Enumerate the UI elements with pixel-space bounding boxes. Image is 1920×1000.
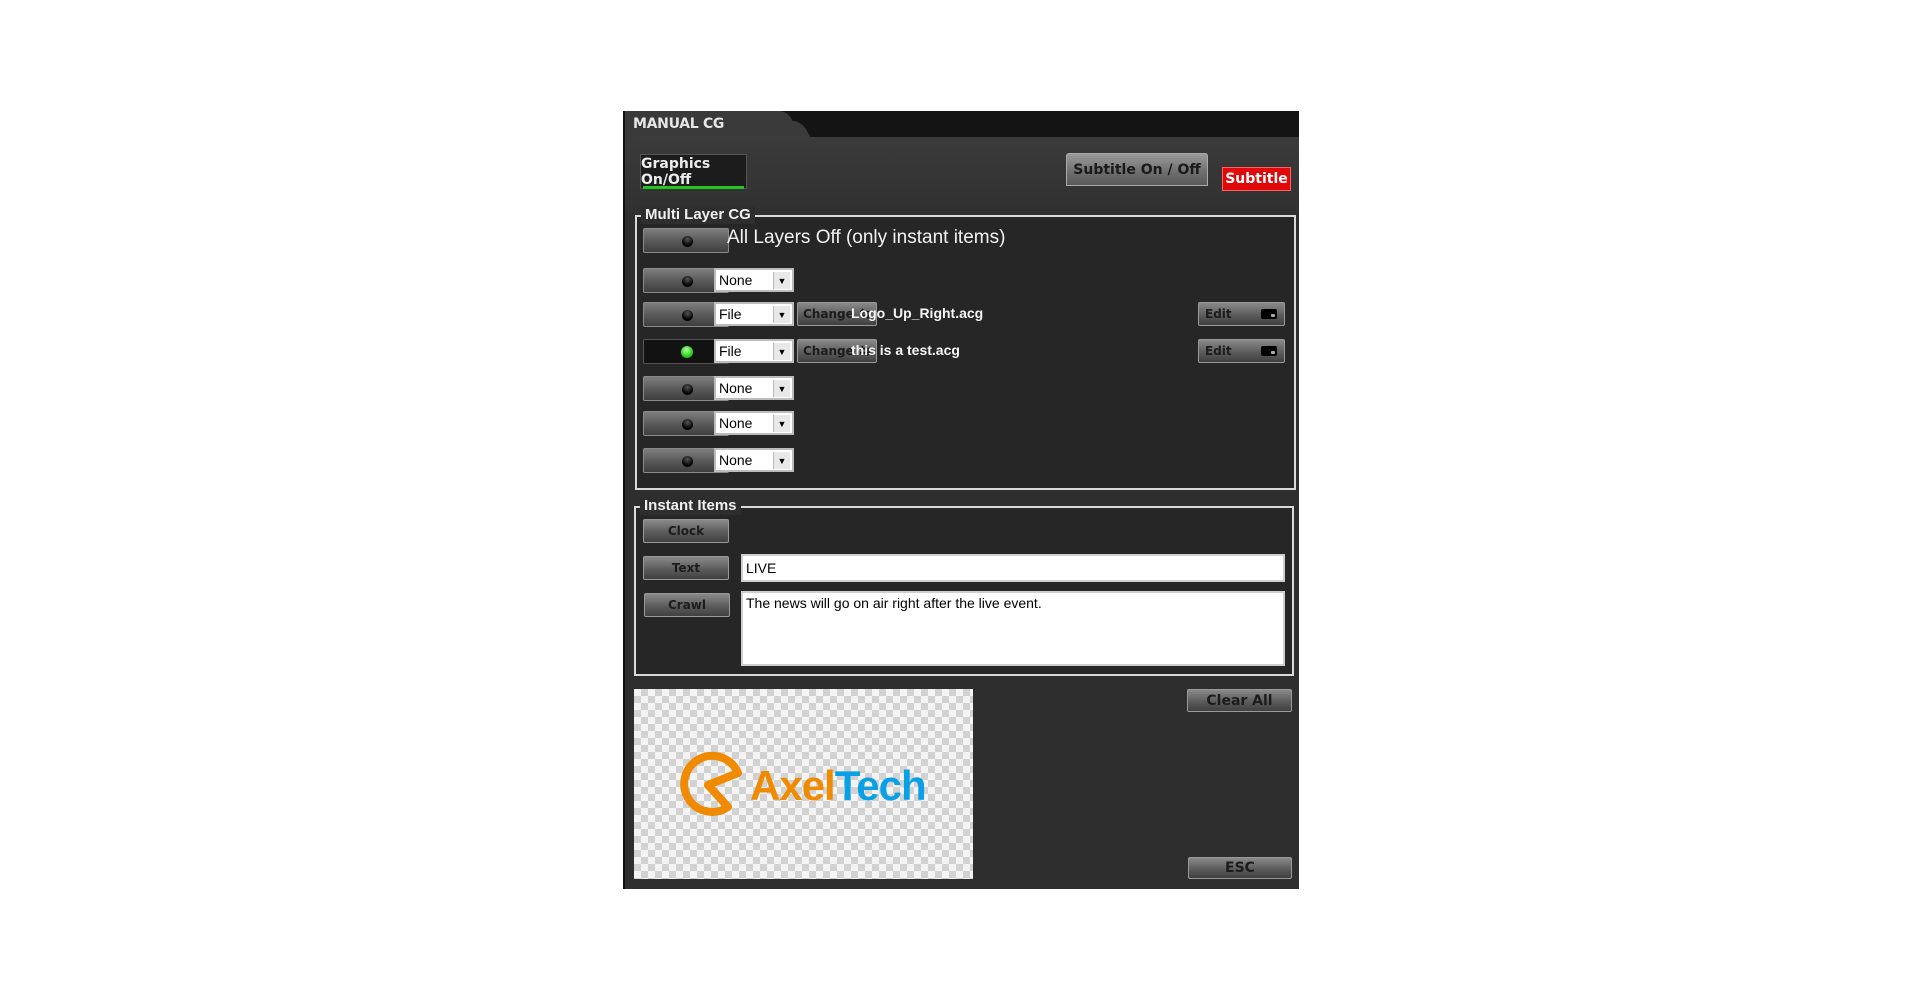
multi-layer-cg-title: Multi Layer CG xyxy=(641,206,755,224)
change-label: Change xyxy=(803,344,854,358)
select-value: None xyxy=(719,380,753,396)
edit-label: Edit xyxy=(1205,307,1232,321)
led-off-icon xyxy=(682,419,693,430)
esc-label: ESC xyxy=(1225,860,1255,876)
graphics-toggle-label: Graphics On/Off xyxy=(641,155,711,188)
layer-3-source-select[interactable]: File ▼ xyxy=(714,339,794,363)
led-off-icon xyxy=(682,456,693,467)
monitor-icon xyxy=(1261,346,1277,356)
crawl-button[interactable]: Crawl xyxy=(644,593,730,617)
led-off-icon xyxy=(682,310,693,321)
layer-2-file-name: Logo_Up_Right.acg xyxy=(851,305,984,321)
clock-label: Clock xyxy=(667,524,705,538)
edit-label: Edit xyxy=(1205,344,1232,358)
graphics-preview: AxelTech xyxy=(634,689,973,879)
text-label: Text xyxy=(671,561,701,575)
select-value: None xyxy=(719,452,753,468)
select-value: None xyxy=(719,415,753,431)
select-value: None xyxy=(719,272,753,288)
subtitle-toggle-button[interactable]: Subtitle On / Off xyxy=(1066,153,1208,186)
all-layers-off-label: All Layers Off (only instant items) xyxy=(727,227,1006,248)
layer-4-source-select[interactable]: None ▼ xyxy=(714,376,794,400)
layer-3-file-name: this is a test.acg xyxy=(851,342,960,358)
layer-1-source-select[interactable]: None ▼ xyxy=(714,268,794,292)
chevron-down-icon[interactable]: ▼ xyxy=(773,452,790,469)
led-off-icon xyxy=(682,384,693,395)
graphics-toggle-button[interactable]: Graphics On/Off xyxy=(640,154,747,189)
layer-3-edit-button[interactable]: Edit xyxy=(1198,339,1285,363)
led-on-icon xyxy=(681,346,693,358)
manual-cg-panel: MANUAL CG Graphics On/Off Subtitle On / … xyxy=(623,111,1299,889)
tab-title: MANUAL CG xyxy=(633,116,725,132)
select-value: File xyxy=(719,306,742,322)
instant-items-title: Instant Items xyxy=(640,497,741,515)
clear-all-label: Clear All xyxy=(1206,692,1273,709)
crawl-label: Crawl xyxy=(667,598,707,612)
chevron-down-icon[interactable]: ▼ xyxy=(773,343,790,360)
logo-part-axel: Axel xyxy=(750,762,836,809)
active-indicator xyxy=(643,186,744,189)
clock-button[interactable]: Clock xyxy=(643,519,729,543)
logo-part-tech: Tech xyxy=(834,762,927,809)
crawl-textarea[interactable] xyxy=(741,591,1285,666)
led-off-icon xyxy=(682,276,693,287)
all-layers-off-button[interactable] xyxy=(643,228,729,253)
monitor-icon xyxy=(1261,309,1277,319)
layer-2-edit-button[interactable]: Edit xyxy=(1198,302,1285,326)
instant-items-group: Instant Items Clock Text Crawl xyxy=(634,497,1294,676)
layer-6-source-select[interactable]: None ▼ xyxy=(714,448,794,472)
subtitle-badge[interactable]: Subtitle xyxy=(1222,167,1291,191)
chevron-down-icon[interactable]: ▼ xyxy=(773,306,790,323)
clear-all-button[interactable]: Clear All xyxy=(1187,689,1292,712)
multi-layer-cg-group: Multi Layer CG All Layers Off (only inst… xyxy=(635,206,1296,490)
chevron-down-icon[interactable]: ▼ xyxy=(773,272,790,289)
text-input[interactable] xyxy=(741,554,1285,582)
esc-button[interactable]: ESC xyxy=(1188,857,1292,879)
select-value: File xyxy=(719,343,742,359)
layer-2-source-select[interactable]: File ▼ xyxy=(714,302,794,326)
change-label: Change xyxy=(803,307,854,321)
text-button[interactable]: Text xyxy=(643,556,729,580)
subtitle-badge-label: Subtitle xyxy=(1225,171,1288,187)
logo-wordmark: AxelTech xyxy=(750,762,927,810)
axeltech-logo: AxelTech xyxy=(678,751,927,821)
layer-5-source-select[interactable]: None ▼ xyxy=(714,411,794,435)
axeltech-logo-icon xyxy=(680,751,742,816)
chevron-down-icon[interactable]: ▼ xyxy=(773,380,790,397)
subtitle-toggle-label: Subtitle On / Off xyxy=(1073,161,1201,178)
led-off-icon xyxy=(682,236,693,247)
chevron-down-icon[interactable]: ▼ xyxy=(773,415,790,432)
